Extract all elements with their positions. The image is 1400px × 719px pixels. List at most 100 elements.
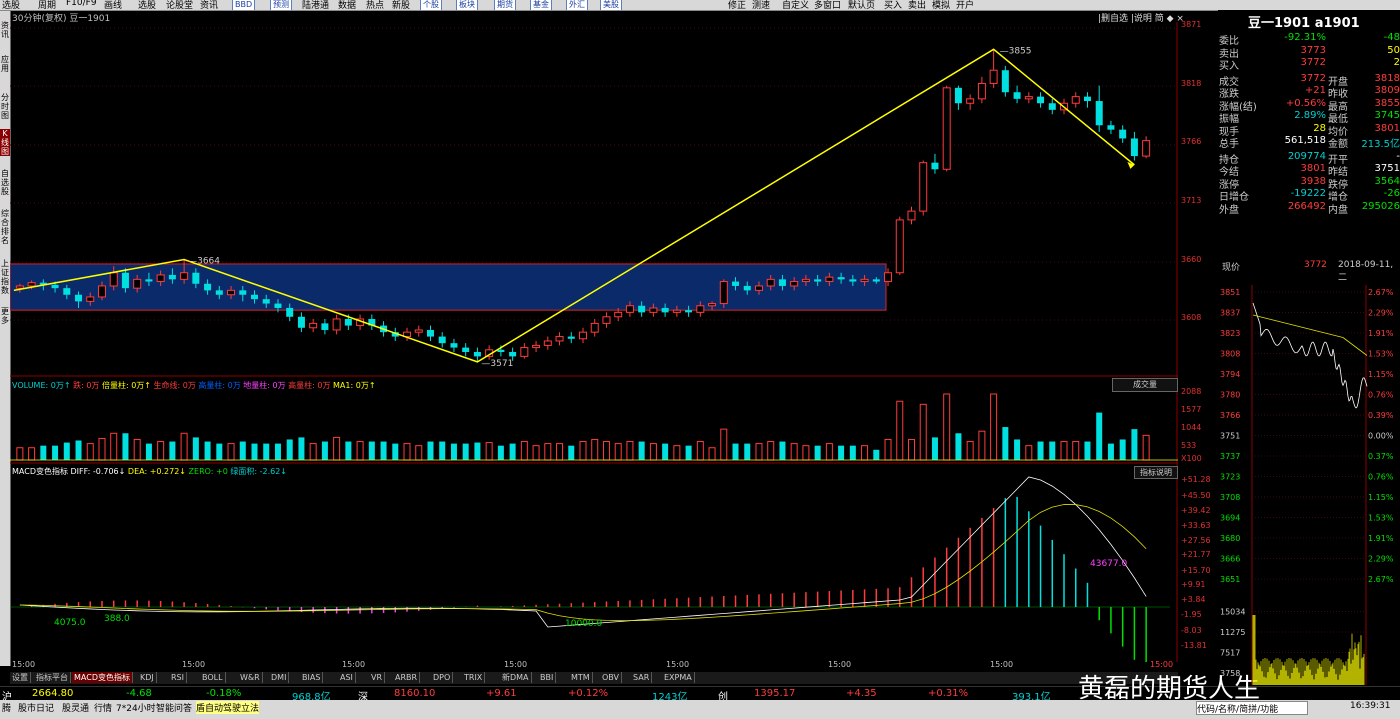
quote-label: 外盘 — [1219, 204, 1239, 216]
menu-hot[interactable]: 热点 — [366, 0, 384, 10]
minute-axis-label: 3694 — [1220, 514, 1240, 523]
status-item[interactable]: 股灵通 — [62, 701, 89, 714]
indicator-tab[interactable]: ARBR — [393, 672, 421, 683]
left-tab-more[interactable]: 更多 — [0, 307, 10, 325]
left-tab-kline[interactable]: K线图 — [0, 129, 10, 156]
volume-indicator-button[interactable]: 成交量 — [1112, 378, 1178, 392]
news-headline[interactable]: 盾自动驾驶立法 — [196, 701, 260, 714]
candle-body — [426, 329, 434, 337]
volume-legend-item: VOLUME: 0万↑ — [12, 381, 71, 390]
volume-legend-item: 跌: 0万 — [73, 381, 100, 390]
left-tab-news[interactable]: 资讯 — [0, 21, 10, 39]
menu-sell[interactable]: 卖出 — [908, 0, 926, 10]
indicator-tab[interactable]: KDJ — [138, 672, 157, 683]
indicator-tab[interactable]: BBI — [538, 672, 557, 683]
menu-new-stock[interactable]: 新股 — [392, 0, 410, 10]
indicator-tab[interactable]: 新DMA — [500, 672, 532, 683]
status-item[interactable]: 行情 — [94, 701, 112, 714]
volume-axis-label: 533 — [1181, 441, 1197, 450]
status-item[interactable]: 股市日记 — [18, 701, 54, 714]
menu-select-stock[interactable]: 选股 — [2, 0, 20, 10]
menu-custom[interactable]: 自定义 — [782, 0, 809, 10]
indicator-tab[interactable]: MTM — [569, 672, 593, 683]
minute-price-line — [1252, 302, 1368, 409]
menu-select[interactable]: 选股 — [138, 0, 156, 10]
macd-legend-item: MACD变色指标 DIFF: -0.706↓ — [12, 467, 126, 476]
indicator-tab[interactable]: DPO — [431, 672, 454, 683]
indicator-tab[interactable]: TRIX — [462, 672, 486, 683]
menu-draw[interactable]: 画线 — [104, 0, 122, 10]
volume-bar — [966, 441, 974, 461]
menu-simulate[interactable]: 模拟 — [932, 0, 950, 10]
sz-index-value[interactable]: 8160.10 — [394, 688, 435, 699]
candle-body — [63, 288, 71, 295]
candle-body — [825, 276, 834, 283]
candle-body — [473, 351, 481, 357]
us-stock-button[interactable]: 美股 — [600, 0, 622, 10]
indicator-tab[interactable]: SAR — [631, 672, 653, 683]
menu-speed[interactable]: 测速 — [752, 0, 770, 10]
indicator-tab[interactable]: OBV — [600, 672, 623, 683]
menu-buy[interactable]: 买入 — [884, 0, 902, 10]
volume-axis-label: X100 — [1181, 454, 1202, 463]
candle-body — [732, 281, 740, 286]
volume-bar — [1142, 434, 1150, 461]
volume-bar — [556, 443, 564, 461]
candle-body — [438, 336, 446, 344]
volume-legend-item: 地量柱: 0万 — [243, 381, 286, 390]
indicator-tab[interactable]: MACD变色指标 — [72, 672, 133, 683]
quote-value: 209774 — [1287, 150, 1326, 162]
menu-news[interactable]: 资讯 — [200, 0, 218, 10]
forecast-button[interactable]: 预测 — [270, 0, 292, 10]
indicator-tab[interactable]: 设置 — [10, 672, 31, 683]
status-item[interactable]: 腾 — [2, 701, 11, 714]
volume-bar — [110, 432, 118, 461]
menu-hk-connect[interactable]: 陆港通 — [302, 0, 329, 10]
macd-value-label: 4075.0 — [54, 618, 86, 628]
left-tab-apps[interactable]: 应用 — [0, 55, 10, 73]
futures-button[interactable]: 期货 — [494, 0, 516, 10]
left-tab-watchlist[interactable]: 自选股 — [0, 169, 10, 196]
menu-multi-window[interactable]: 多窗口 — [814, 0, 841, 10]
status-item[interactable]: 智能问答 — [156, 701, 192, 714]
left-tab-sh-index[interactable]: 上证指数 — [0, 259, 10, 295]
code-search-input[interactable]: 代码/名称/简拼/功能 — [1196, 701, 1308, 715]
bbd-button[interactable]: BBD — [232, 0, 256, 10]
sh-index-value[interactable]: 2664.80 — [32, 688, 73, 699]
left-tab-minute[interactable]: 分时图 — [0, 93, 10, 120]
menu-forum[interactable]: 论股堂 — [166, 0, 193, 10]
indicator-tab[interactable]: VR — [369, 672, 386, 683]
time-axis-label: 15:00 — [12, 660, 36, 669]
status-item[interactable]: 7*24小时 — [116, 701, 156, 714]
forex-button[interactable]: 外汇 — [566, 0, 588, 10]
volume-bar — [790, 443, 798, 461]
quote-value: +0.56% — [1285, 97, 1326, 109]
indicator-tab[interactable]: BIAS — [300, 672, 324, 683]
left-tab-ranking[interactable]: 综合排名 — [0, 209, 10, 245]
stock-button[interactable]: 个股 — [420, 0, 442, 10]
indicator-tab[interactable]: W&R — [238, 672, 263, 683]
sector-button[interactable]: 板块 — [456, 0, 478, 10]
indicator-tab[interactable]: RSI — [169, 672, 187, 683]
kline-chart[interactable]: —3855 —3664 —3571 — [10, 22, 1178, 662]
macd-axis-label: +51.28 — [1181, 475, 1211, 484]
minute-chart[interactable]: 3851 3837 3823 3808 3794 3780 3766 3751 3737 3723… — [1218, 285, 1400, 685]
menu-fix[interactable]: 修正 — [728, 0, 746, 10]
menu-f10[interactable]: F10/F9 — [66, 0, 97, 8]
indicator-tab[interactable]: BOLL — [200, 672, 226, 683]
volume-bar — [931, 437, 938, 460]
candle-body — [497, 349, 505, 352]
cy-index-value[interactable]: 1395.17 — [754, 688, 795, 699]
menu-open-account[interactable]: 开户 — [956, 0, 974, 10]
indicator-tab[interactable]: EXPMA — [662, 672, 695, 683]
indicator-tab[interactable]: 指标平台 — [34, 672, 71, 683]
indicator-tab[interactable]: ASI — [338, 672, 356, 683]
indicator-tab[interactable]: DMI — [269, 672, 290, 683]
indicator-help-button[interactable]: 指标说明 — [1134, 466, 1178, 479]
volume-bar — [263, 443, 270, 460]
menu-default[interactable]: 默认页 — [848, 0, 875, 10]
menu-data[interactable]: 数据 — [338, 0, 356, 10]
fund-button[interactable]: 基金 — [530, 0, 552, 10]
menu-period[interactable]: 周期 — [38, 0, 56, 10]
minute-axis-label: 2.29% — [1368, 309, 1394, 318]
